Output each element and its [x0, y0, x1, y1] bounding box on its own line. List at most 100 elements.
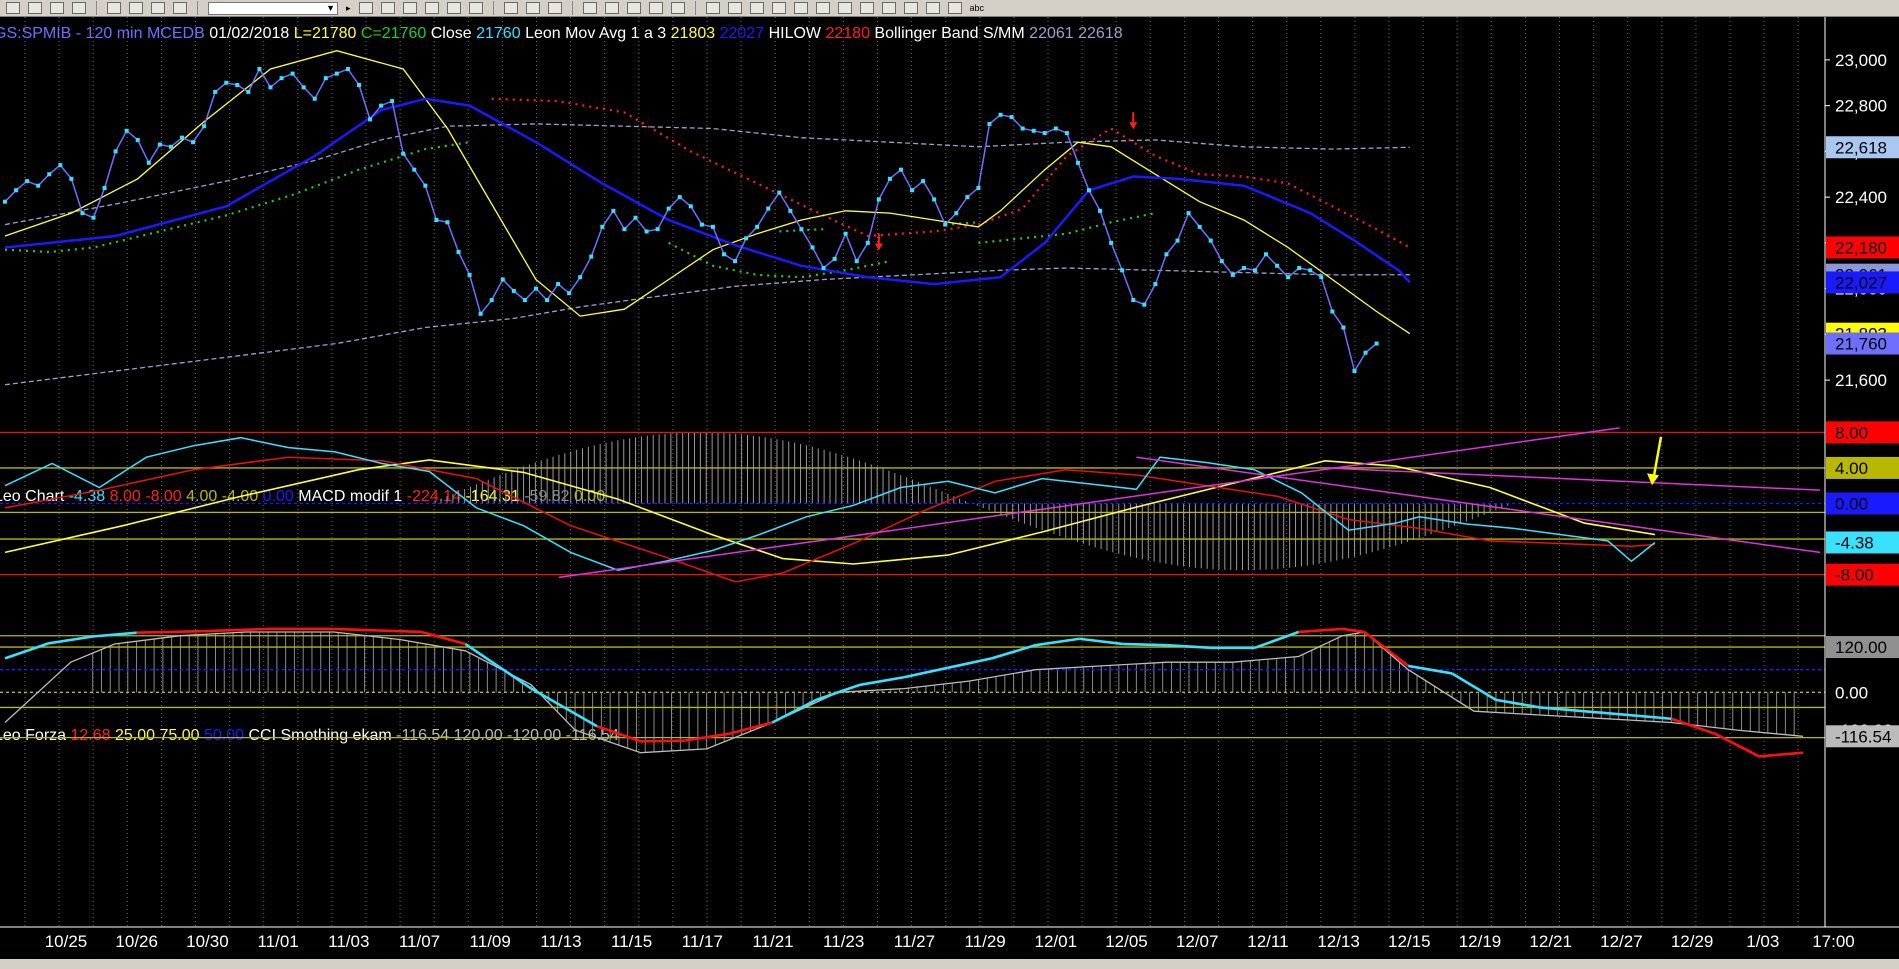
close-point [1230, 272, 1235, 277]
legend-item: CCI Smothing ekam [249, 727, 392, 744]
close-point [1219, 259, 1224, 264]
close-point [1153, 282, 1158, 287]
channel-icon[interactable] [727, 2, 742, 14]
panel-legend: Leo Forza 12.68 25.00 75.00 50.00 CCI Sm… [0, 727, 619, 744]
zoom-icon[interactable] [107, 2, 121, 14]
close-point [323, 76, 328, 81]
hline-icon[interactable] [771, 2, 786, 14]
rectangle-icon[interactable] [947, 2, 962, 14]
close-point [1031, 128, 1036, 133]
save-icon[interactable] [50, 2, 64, 14]
open-icon[interactable] [72, 2, 86, 14]
x-tick-label: 17:00 [1812, 932, 1855, 951]
close-point [545, 298, 550, 303]
legend-item: 22618 [1078, 25, 1123, 42]
close-point [1264, 252, 1269, 257]
point-figure-icon[interactable] [424, 2, 439, 14]
down-arrow-icon[interactable] [881, 2, 896, 14]
trendline-icon[interactable] [705, 2, 720, 14]
legend-item: 21803 [671, 25, 716, 42]
pan-icon[interactable] [547, 2, 562, 14]
close-point [943, 222, 948, 227]
close-point [334, 71, 339, 76]
zoom-in-icon[interactable] [503, 2, 518, 14]
cursor-icon[interactable] [582, 2, 597, 14]
legend-item: -120.00 [507, 727, 561, 744]
close-point [699, 222, 704, 227]
close-point [522, 298, 527, 303]
toolbar-separator [96, 1, 97, 15]
close-point [478, 311, 483, 316]
last-value-label: 120.00 [1835, 638, 1887, 657]
close-point [224, 80, 229, 85]
grid-icon[interactable] [129, 2, 143, 14]
legend-item: Close [431, 25, 472, 42]
legend-item: 21760 [476, 25, 521, 42]
close-point [235, 83, 240, 88]
x-tick-label: 11/29 [964, 932, 1005, 951]
legend-item: 22180 [825, 25, 870, 42]
cycles-icon[interactable] [815, 2, 830, 14]
close-point [998, 112, 1003, 117]
legend-item: 01/02/2018 [209, 25, 289, 42]
candle-icon[interactable] [380, 2, 395, 14]
close-point [810, 245, 815, 250]
x-tick-label: 11/01 [257, 932, 298, 951]
cci-segment [1123, 642, 1168, 647]
compress-icon[interactable] [446, 2, 461, 14]
close-point [412, 167, 417, 172]
bar-chart-icon[interactable] [358, 2, 373, 14]
close-point [710, 224, 715, 229]
legend-item: 22027 [720, 25, 765, 42]
last-value-label: -4.38 [1835, 533, 1874, 552]
last-value-label: 22,027 [1835, 273, 1887, 292]
x-tick-label: 12/11 [1247, 932, 1288, 951]
new-chart-icon[interactable] [6, 2, 20, 14]
close-point [954, 211, 959, 216]
indicator-icon[interactable] [151, 2, 165, 14]
chart-area[interactable]: GS:SPMIB - 120 min MCEDB 01/02/2018 L=21… [0, 17, 1899, 969]
arrows-icon[interactable] [793, 2, 808, 14]
play-icon[interactable]: ▸ [346, 3, 351, 14]
legend-item: Leon Mov Avg 1 a 3 [525, 25, 666, 42]
close-point [500, 277, 505, 282]
close-point [1374, 341, 1379, 346]
close-point [1297, 266, 1302, 271]
close-point [14, 188, 19, 193]
close-point [279, 76, 284, 81]
up-arrow-icon[interactable] [903, 2, 918, 14]
close-point [1109, 240, 1114, 245]
zoom-out-icon[interactable] [525, 2, 540, 14]
ellipse-icon[interactable] [925, 2, 940, 14]
pencil-icon[interactable] [859, 2, 874, 14]
close-point [1087, 188, 1092, 193]
close-point [390, 99, 395, 104]
fibonacci-icon[interactable] [749, 2, 764, 14]
close-point [600, 224, 605, 229]
close-point [556, 282, 561, 287]
symbol-combo[interactable]: ▼ [208, 1, 338, 15]
last-value-label: -8.00 [1835, 566, 1874, 585]
close-point [1186, 211, 1191, 216]
expand-icon[interactable] [468, 2, 483, 14]
layout-icon[interactable] [173, 2, 187, 14]
tools-icon[interactable] [648, 2, 663, 14]
close-point [401, 151, 406, 156]
x-tick-label: 11/07 [399, 932, 440, 951]
x-tick-label: 11/23 [823, 932, 864, 951]
window-icon[interactable] [670, 2, 685, 14]
close-point [80, 211, 85, 216]
print-icon[interactable] [28, 2, 42, 14]
gann-icon[interactable] [837, 2, 852, 14]
close-point [1042, 131, 1047, 136]
hammer-icon[interactable] [626, 2, 641, 14]
line-chart-icon[interactable] [402, 2, 417, 14]
close-point [821, 266, 826, 271]
x-tick-label: 12/13 [1317, 932, 1360, 951]
legend-item: GS:SPMIB - 120 min [0, 25, 143, 42]
close-point [832, 256, 837, 261]
text-tool-icon[interactable]: abc [970, 3, 985, 13]
x-tick-label: 12/19 [1459, 932, 1502, 951]
close-point [257, 67, 262, 72]
crosshair-icon[interactable] [604, 2, 619, 14]
